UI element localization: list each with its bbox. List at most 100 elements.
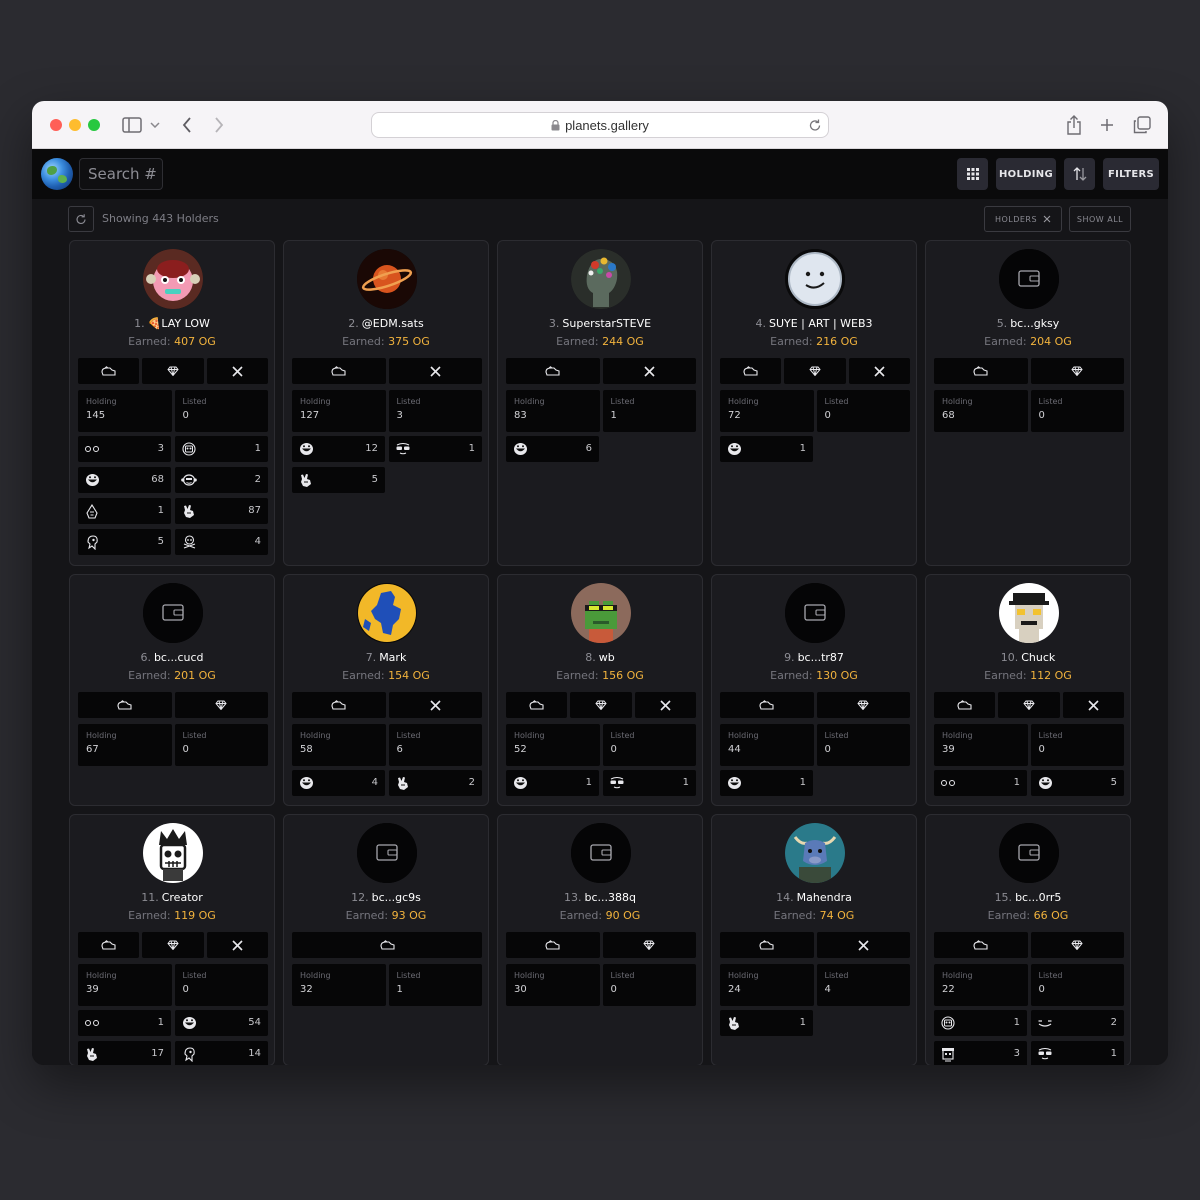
x-profile-button[interactable] [602, 358, 696, 384]
wallet-avatar-icon[interactable] [571, 823, 631, 883]
sidebar-toggle-icon[interactable] [120, 113, 144, 137]
trait-chip[interactable]: 14 [175, 1041, 268, 1065]
wallet-link-button[interactable] [934, 358, 1028, 384]
gem-link-button[interactable] [998, 692, 1060, 718]
forward-icon[interactable] [210, 113, 228, 137]
wallet-link-button[interactable] [720, 358, 782, 384]
holder-name[interactable]: 14. Mahendra [712, 891, 916, 904]
holder-card[interactable]: 15. bc...0rr5 Earned: 66 OG Holding 22 List… [925, 814, 1131, 1065]
wallet-link-button[interactable] [506, 358, 600, 384]
x-profile-button[interactable] [848, 358, 910, 384]
show-all-button[interactable]: SHOW ALL [1069, 206, 1131, 232]
trait-chip[interactable]: 1 [1031, 1041, 1124, 1065]
holder-card[interactable]: 12. bc...gc9s Earned: 93 OG Holding 32 List… [283, 814, 489, 1065]
trait-chip[interactable]: 5 [292, 467, 385, 493]
holder-name[interactable]: 2. @EDM.sats [284, 317, 488, 330]
trait-chip[interactable]: 6 [506, 436, 599, 462]
trait-chip[interactable]: 17 [78, 1041, 171, 1065]
trait-chip[interactable]: 4 [292, 770, 385, 796]
trait-chip[interactable]: 1 [934, 770, 1027, 796]
holder-name[interactable]: 4. SUYE | ART | WEB3 [712, 317, 916, 330]
trait-chip[interactable]: 1 [78, 1010, 171, 1036]
grid-view-button[interactable] [957, 158, 988, 190]
holder-name[interactable]: 7. Mark [284, 651, 488, 664]
holder-avatar[interactable] [143, 249, 203, 309]
wallet-avatar-icon[interactable] [785, 583, 845, 643]
holder-avatar[interactable] [999, 583, 1059, 643]
trait-chip[interactable]: 1 [934, 1010, 1027, 1036]
wallet-avatar-icon[interactable] [143, 583, 203, 643]
gem-link-button[interactable] [784, 358, 846, 384]
trait-chip[interactable]: 1 [389, 436, 482, 462]
holder-card[interactable]: 14. Mahendra Earned: 74 OG Holding 24 Liste… [711, 814, 917, 1065]
wallet-avatar-icon[interactable] [357, 823, 417, 883]
trait-chip[interactable]: 5 [1031, 770, 1124, 796]
reload-icon[interactable] [808, 117, 822, 136]
wallet-link-button[interactable] [78, 358, 140, 384]
trait-chip[interactable]: 2 [175, 467, 268, 493]
trait-chip[interactable]: 2 [389, 770, 482, 796]
wallet-avatar-icon[interactable] [999, 249, 1059, 309]
wallet-link-button[interactable] [506, 692, 568, 718]
gem-link-button[interactable] [174, 692, 268, 718]
holder-card[interactable]: 13. bc...388q Earned: 90 OG Holding 30 List… [497, 814, 703, 1065]
gem-link-button[interactable] [142, 932, 204, 958]
sort-direction-button[interactable] [1064, 158, 1095, 190]
trait-chip[interactable]: 1 [78, 498, 171, 524]
wallet-link-button[interactable] [78, 932, 140, 958]
holder-name[interactable]: 5. bc...gksy [926, 317, 1130, 330]
holder-card[interactable]: 9. bc...tr87 Earned: 130 OG Holding 44 List… [711, 574, 917, 806]
holder-name[interactable]: 15. bc...0rr5 [926, 891, 1130, 904]
back-icon[interactable] [178, 113, 196, 137]
trait-chip[interactable]: 1 [720, 770, 813, 796]
x-profile-button[interactable] [206, 358, 268, 384]
holder-name[interactable]: 13. bc...388q [498, 891, 702, 904]
holder-card[interactable]: 6. bc...cucd Earned: 201 OG Holding 67 List… [69, 574, 275, 806]
wallet-link-button[interactable] [720, 932, 814, 958]
wallet-link-button[interactable] [78, 692, 172, 718]
trait-chip[interactable]: 12 [292, 436, 385, 462]
x-profile-button[interactable] [388, 692, 482, 718]
trait-chip[interactable]: 3 [78, 436, 171, 462]
holder-avatar[interactable] [785, 249, 845, 309]
holders-filter-pill[interactable]: HOLDERS [984, 206, 1062, 232]
x-profile-button[interactable] [388, 358, 482, 384]
trait-chip[interactable]: 2 [1031, 1010, 1124, 1036]
wallet-link-button[interactable] [506, 932, 600, 958]
holder-card[interactable]: 1. 🍕LAY LOW Earned: 407 OG Holding 145 List… [69, 240, 275, 566]
search-input[interactable] [79, 158, 163, 190]
holder-avatar[interactable] [571, 583, 631, 643]
wallet-link-button[interactable] [292, 692, 386, 718]
holder-name[interactable]: 3. SuperstarSTEVE [498, 317, 702, 330]
trait-chip[interactable]: 1 [506, 770, 599, 796]
address-bar[interactable]: planets.gallery [371, 112, 829, 138]
trait-chip[interactable]: 5 [78, 529, 171, 555]
holder-card[interactable]: 8. wb Earned: 156 OG Holding 52 Listed 0 11 [497, 574, 703, 806]
x-profile-button[interactable] [816, 932, 910, 958]
holder-card[interactable]: 5. bc...gksy Earned: 204 OG Holding 68 List… [925, 240, 1131, 566]
holder-name[interactable]: 1. 🍕LAY LOW [70, 317, 274, 330]
trait-chip[interactable]: 1 [175, 436, 268, 462]
planet-logo-icon[interactable] [41, 158, 73, 190]
holder-avatar[interactable] [571, 249, 631, 309]
trait-chip[interactable]: 3 [934, 1041, 1027, 1065]
chevron-down-icon[interactable] [148, 113, 162, 137]
holder-card[interactable]: 4. SUYE | ART | WEB3 Earned: 216 OG Holdin… [711, 240, 917, 566]
holder-name[interactable]: 11. Creator [70, 891, 274, 904]
holder-avatar[interactable] [785, 823, 845, 883]
holder-card[interactable]: 7. Mark Earned: 154 OG Holding 58 Listed 6 4… [283, 574, 489, 806]
trait-chip[interactable]: 1 [720, 436, 813, 462]
close-window-button[interactable] [50, 119, 62, 131]
holder-card[interactable]: 2. @EDM.sats Earned: 375 OG Holding 127 Lis… [283, 240, 489, 566]
holder-name[interactable]: 6. bc...cucd [70, 651, 274, 664]
holder-name[interactable]: 8. wb [498, 651, 702, 664]
holder-card[interactable]: 10. Chuck Earned: 112 OG Holding 39 Listed 0… [925, 574, 1131, 806]
holder-card[interactable]: 11. Creator Earned: 119 OG Holding 39 Liste… [69, 814, 275, 1065]
holder-name[interactable]: 12. bc...gc9s [284, 891, 488, 904]
x-profile-button[interactable] [634, 692, 696, 718]
filters-button[interactable]: FILTERS [1103, 158, 1159, 190]
holder-name[interactable]: 10. Chuck [926, 651, 1130, 664]
refresh-button[interactable] [68, 206, 94, 232]
tab-overview-icon[interactable] [1131, 113, 1153, 137]
wallet-link-button[interactable] [720, 692, 814, 718]
